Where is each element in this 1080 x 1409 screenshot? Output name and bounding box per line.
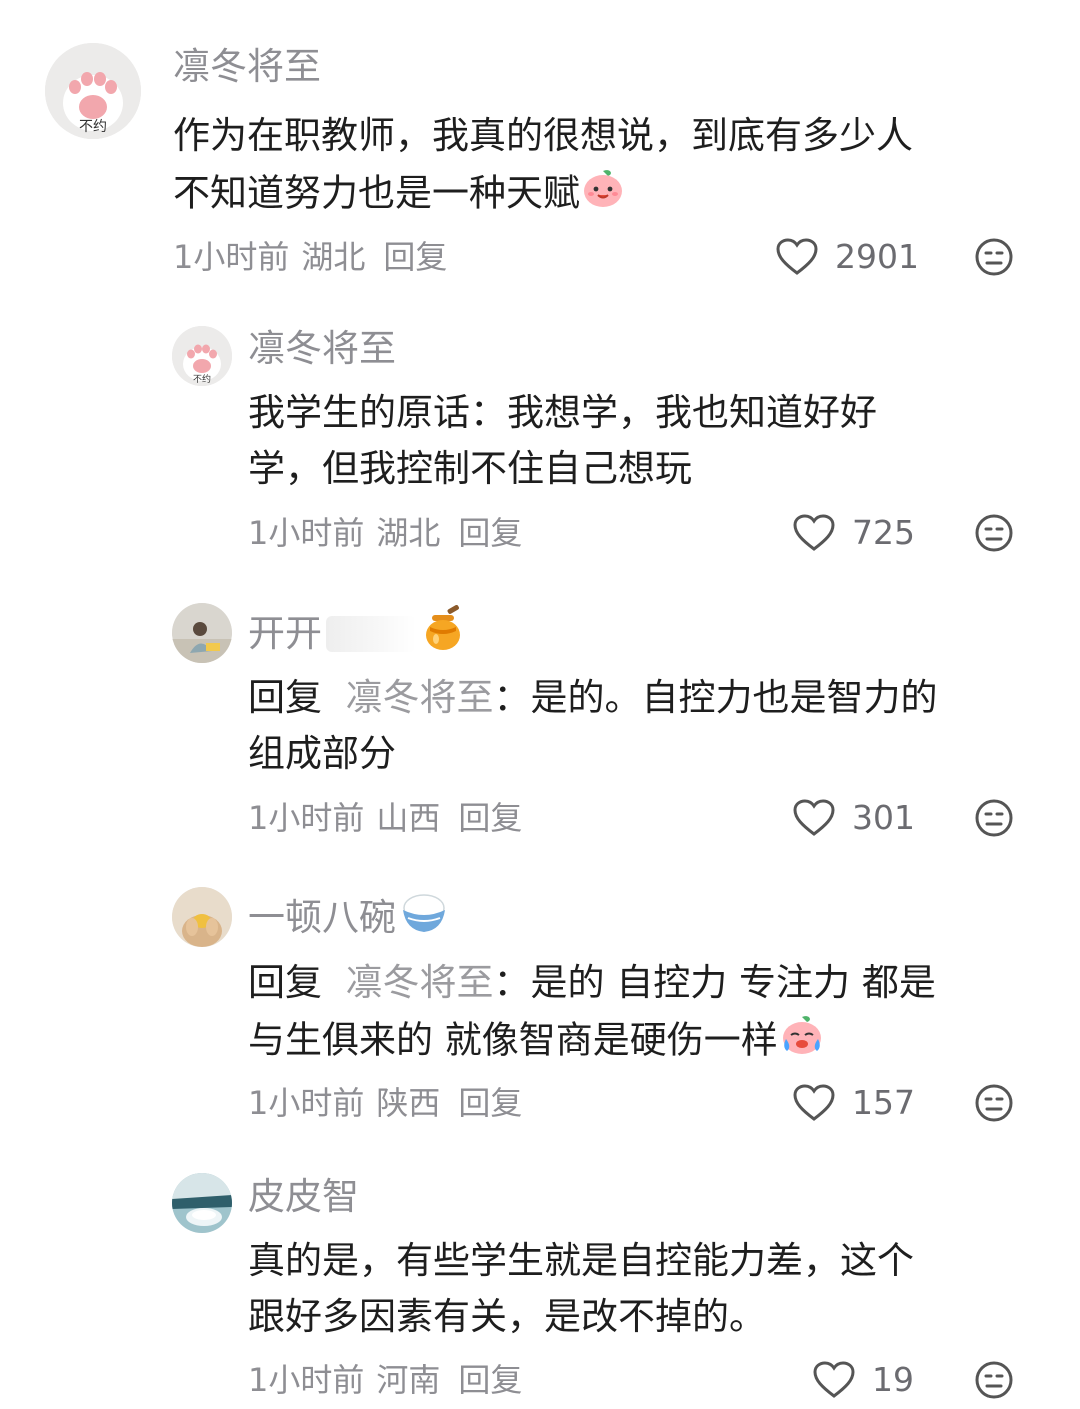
svg-text:不约: 不约 [193, 373, 211, 385]
like-button[interactable]: 301 [792, 798, 915, 838]
meh-face-icon [975, 1361, 1013, 1399]
like-count: 157 [852, 1083, 915, 1122]
like-button[interactable]: 19 [812, 1360, 914, 1400]
heart-outline-icon [776, 238, 818, 275]
timestamp: 1小时前 [248, 799, 365, 837]
comment-text: 我学生的原话：我想学，我也知道好好 学，但我控制不住自己想玩 [248, 385, 1038, 497]
location: 湖北 [301, 238, 366, 276]
nickname[interactable]: 凛冬将至 [248, 327, 396, 371]
location: 河南 [376, 1361, 441, 1399]
dislike-button[interactable] [974, 237, 1014, 277]
nickname[interactable]: 皮皮智 [248, 1175, 359, 1219]
reply-button[interactable]: 回复 [458, 514, 522, 552]
comment-text-line: 跟好多因素有关，是改不掉的。 [248, 1295, 766, 1338]
reply-button[interactable]: 回复 [458, 799, 522, 837]
avatar[interactable]: 不约 [172, 326, 232, 386]
like-button[interactable]: 725 [792, 513, 915, 553]
timestamp: 1小时前 [248, 1084, 365, 1122]
comment-text-line: 作为在职教师，我真的很想说，到底有多少人 [173, 114, 913, 157]
comment-meta: 1小时前 山西 回复 [248, 798, 534, 838]
reply-button[interactable]: 回复 [458, 1084, 522, 1122]
like-count: 2901 [835, 237, 919, 276]
comment-text: 真的是，有些学生就是自控能力差，这个 跟好多因素有关，是改不掉的。 [248, 1233, 1038, 1345]
person-photo-avatar-icon [172, 603, 232, 663]
comment-text: 回复 凛冬将至：是的。自控力也是智力的 组成部分 [248, 670, 1048, 782]
dislike-button[interactable] [974, 798, 1014, 838]
comment-text-line: 不知道努力也是一种天赋 [173, 164, 1053, 226]
timestamp: 1小时前 [173, 238, 290, 276]
like-count: 725 [852, 513, 915, 552]
comment-text-line: 回复 凛冬将至：是的 自控力 专注力 都是 [248, 961, 936, 1004]
avatar[interactable] [172, 887, 232, 947]
meh-face-icon [975, 514, 1013, 552]
comment-text-line: 组成部分 [248, 732, 396, 775]
comment-meta: 1小时前 陕西 回复 [248, 1083, 534, 1123]
nickname[interactable]: 开开 [248, 604, 464, 663]
cat-paw-avatar-icon: 不约 [172, 326, 232, 386]
blurred-nickname-area [326, 616, 416, 652]
ice-landscape-avatar-icon [172, 1173, 232, 1233]
reply-target-user[interactable]: 凛冬将至 [346, 676, 494, 719]
comment-text-line: 真的是，有些学生就是自控能力差，这个 [248, 1239, 914, 1282]
dislike-button[interactable] [974, 1360, 1014, 1400]
like-count: 19 [872, 1360, 914, 1399]
meh-face-icon [975, 799, 1013, 837]
crying-peach-emoji-icon [778, 1011, 826, 1073]
reply-target-user[interactable]: 凛冬将至 [346, 961, 494, 1004]
comment-text-line: 与生俱来的 就像智商是硬伤一样 [248, 1011, 1048, 1073]
comment-text-line: 回复 凛冬将至：是的。自控力也是智力的 [248, 676, 938, 719]
comment-text-line: 学，但我控制不住自己想玩 [248, 447, 692, 490]
dislike-button[interactable] [974, 1083, 1014, 1123]
reply-button[interactable]: 回复 [383, 238, 447, 276]
like-count: 301 [852, 798, 915, 837]
avatar[interactable] [172, 603, 232, 663]
avatar[interactable] [172, 1173, 232, 1233]
comment-meta: 1小时前 湖北 回复 [248, 513, 534, 553]
heart-outline-icon [793, 1084, 835, 1121]
honey-pot-emoji-icon [422, 604, 464, 663]
like-button[interactable]: 2901 [775, 237, 919, 277]
nickname[interactable]: 凛冬将至 [173, 45, 321, 89]
heart-outline-icon [793, 514, 835, 551]
timestamp: 1小时前 [248, 514, 365, 552]
location: 陕西 [376, 1084, 441, 1122]
cat-paw-avatar-icon: 不约 [45, 43, 141, 139]
svg-text:不约: 不约 [79, 119, 107, 135]
meh-face-icon [975, 1084, 1013, 1122]
comment-text-line: 我学生的原话：我想学，我也知道好好 [248, 391, 877, 434]
meh-face-icon [975, 238, 1013, 276]
comment-meta: 1小时前 河南 回复 [248, 1360, 534, 1400]
timestamp: 1小时前 [248, 1361, 365, 1399]
heart-outline-icon [793, 799, 835, 836]
like-button[interactable]: 157 [792, 1083, 915, 1123]
avatar[interactable]: 不约 [45, 43, 141, 139]
comment-text: 回复 凛冬将至：是的 自控力 专注力 都是 与生俱来的 就像智商是硬伤一样 [248, 955, 1048, 1073]
heart-outline-icon [813, 1361, 855, 1398]
dislike-button[interactable] [974, 513, 1014, 553]
hands-cup-avatar-icon [172, 887, 232, 947]
nickname[interactable]: 一顿八碗 [248, 890, 448, 946]
rice-bowl-emoji-icon [400, 890, 448, 946]
location: 山西 [376, 799, 441, 837]
comment-meta: 1小时前 湖北 回复 [173, 237, 459, 277]
reply-button[interactable]: 回复 [458, 1361, 522, 1399]
location: 湖北 [376, 514, 441, 552]
smiling-peach-emoji-icon [580, 164, 626, 226]
comment-text: 作为在职教师，我真的很想说，到底有多少人 不知道努力也是一种天赋 [173, 108, 1053, 226]
